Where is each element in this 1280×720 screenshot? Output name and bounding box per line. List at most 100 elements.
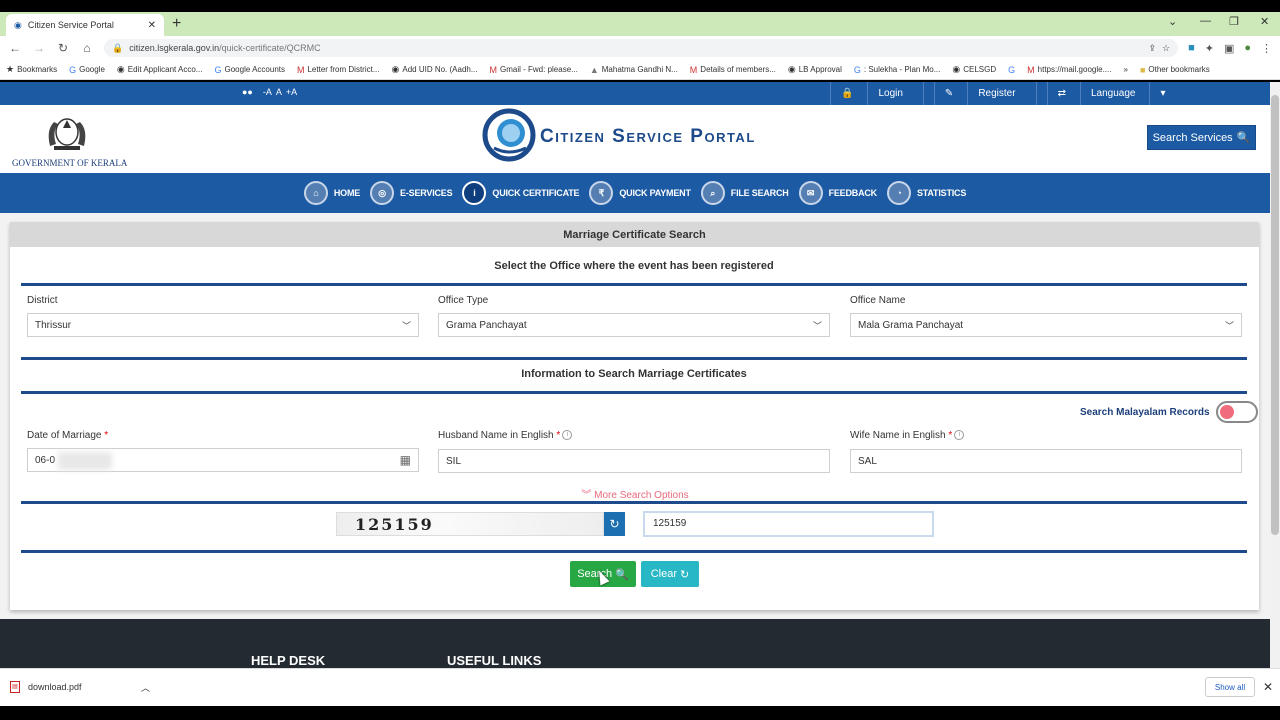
browser-tab[interactable]: ◉ Citizen Service Portal ✕	[6, 14, 164, 36]
info-icon[interactable]: i	[562, 430, 573, 440]
portal-title: Citizen Service Portal	[540, 126, 756, 147]
nav-statistics[interactable]: ◔ STATISTICS	[886, 181, 966, 205]
back-icon[interactable]: ←	[8, 41, 22, 55]
close-download-shelf-icon[interactable]: ✕	[1263, 680, 1273, 694]
pdf-file-icon: ▤	[10, 681, 20, 693]
site-favicon-icon: ◉	[14, 19, 22, 30]
government-label: GOVERNMENT OF KERALA	[12, 158, 128, 168]
bookmark-item[interactable]: ◉ Edit Applicant Acco...	[117, 64, 203, 75]
bookmark-item[interactable]: ▲ Mahatma Gandhi N...	[590, 65, 678, 75]
bookmark-item[interactable]: M Letter from District...	[297, 65, 380, 75]
office-type-select[interactable]: Grama Panchayat ﹀	[438, 313, 830, 337]
font-increase[interactable]: +A	[286, 87, 297, 97]
bookmark-item[interactable]: M Details of members...	[690, 65, 776, 75]
lock-icon: 🔒	[112, 42, 124, 53]
minimize-icon[interactable]: —	[1200, 15, 1211, 27]
search-icon: 🔍	[1236, 132, 1251, 144]
tab-search-icon[interactable]: ⌄	[1168, 15, 1177, 28]
more-search-options-link[interactable]: ︾ More Search Options	[0, 486, 1270, 501]
captcha-input[interactable]: 125159	[643, 511, 934, 537]
nav-e-services[interactable]: ◎ E-SERVICES	[370, 181, 453, 205]
url-host: citizen.lsgkerala.gov.in	[129, 43, 220, 53]
download-item[interactable]: ▤ download.pdf ︿	[10, 676, 150, 698]
maximize-icon[interactable]: ❐	[1229, 15, 1239, 28]
bookmark-item[interactable]: G Google	[69, 65, 105, 75]
chevron-down-icon: ﹀	[812, 320, 822, 331]
tab-title: Citizen Service Portal	[27, 20, 114, 30]
caret-down-icon: ▾	[1149, 82, 1175, 105]
section-divider	[21, 550, 1247, 553]
profile-avatar[interactable]: ●	[1244, 42, 1251, 54]
office-section-title: Select the Office where the event has be…	[494, 260, 774, 272]
malayalam-toggle-label: Search Malayalam Records	[1080, 406, 1210, 418]
search-services-button[interactable]: Search Services 🔍	[1147, 125, 1256, 150]
site-top-bar: ●● -A A +A 🔒 Login ✎ Register ⇄ Language ▾	[0, 82, 1270, 105]
search-icon: ⌕	[700, 181, 725, 205]
malayalam-records-toggle[interactable]	[1215, 401, 1258, 423]
bookmark-item[interactable]: G: Sulekha - Plan Mo...	[854, 65, 941, 75]
forward-icon[interactable]: →	[32, 41, 46, 55]
bookmark-item[interactable]: ◉ Add UID No. (Aadh...	[392, 64, 478, 75]
nav-home[interactable]: ⌂ HOME	[303, 181, 360, 205]
sidepanel-icon[interactable]: ▣	[1224, 42, 1234, 55]
bookmark-item[interactable]: G	[1008, 65, 1015, 75]
chevron-down-icon: ﹀	[401, 320, 411, 331]
captcha-refresh-button[interactable]: ↻	[604, 512, 625, 536]
bookmarks-overflow[interactable]: »	[1123, 65, 1127, 74]
rupee-icon: ₹	[589, 181, 614, 205]
husband-name-input[interactable]: SIL	[438, 449, 830, 473]
puzzle-icon[interactable]: ✦	[1205, 42, 1214, 55]
clear-button[interactable]: Clear ↻	[641, 561, 699, 587]
malayalam-records-toggle-group: Search Malayalam Records	[1080, 401, 1258, 423]
home-icon: ⌂	[303, 181, 328, 205]
share-icon[interactable]: ⇪	[1148, 43, 1156, 54]
bookmark-item[interactable]: ◉ CELSGD	[952, 64, 996, 75]
calendar-icon[interactable]: ▦	[400, 453, 411, 467]
login-link[interactable]: 🔒 Login	[820, 82, 923, 105]
refresh-icon: ↻	[680, 568, 690, 581]
reload-icon[interactable]: ↻	[56, 41, 70, 55]
district-select[interactable]: Thrissur ﹀	[27, 313, 419, 337]
window-close-icon[interactable]: ✕	[1260, 15, 1269, 28]
wife-name-input[interactable]: SAL	[850, 449, 1242, 473]
download-shelf	[0, 668, 1280, 706]
language-dropdown[interactable]: ⇄ Language ▾	[1035, 82, 1186, 105]
font-normal[interactable]: A	[276, 87, 282, 97]
kerala-emblem-icon	[48, 118, 86, 150]
office-name-select[interactable]: Mala Grama Panchayat ﹀	[850, 313, 1242, 337]
home-icon[interactable]: ⌂	[80, 41, 94, 55]
captcha-image: 125159	[336, 512, 604, 536]
show-all-downloads-button[interactable]: Show all	[1205, 677, 1255, 697]
bookmark-star-icon[interactable]: ☆	[1162, 43, 1170, 54]
nav-feedback[interactable]: ✉ FEEDBACK	[798, 181, 877, 205]
nav-quick-payment[interactable]: ₹ QUICK PAYMENT	[589, 181, 691, 205]
nav-file-search[interactable]: ⌕ FILE SEARCH	[700, 181, 789, 205]
nav-quick-certificate[interactable]: i QUICK CERTIFICATE	[462, 181, 580, 205]
office-name-label: Office Name	[850, 295, 906, 306]
bookmark-item[interactable]: ★ Bookmarks	[6, 64, 57, 75]
menu-icon[interactable]: ⋮	[1261, 42, 1272, 55]
font-decrease[interactable]: -A	[263, 87, 272, 97]
bookmark-item[interactable]: G Google Accounts	[214, 65, 285, 75]
site-footer	[0, 619, 1270, 668]
info-section-title: Information to Search Marriage Certifica…	[521, 368, 747, 380]
bookmark-item[interactable]: M Gmail - Fwd: please...	[490, 65, 578, 75]
info-icon[interactable]: i	[954, 430, 965, 440]
browser-tab-strip	[0, 12, 1280, 36]
bookmark-item[interactable]: Mhttps://mail.google....	[1027, 65, 1111, 75]
office-type-label: Office Type	[438, 295, 489, 306]
bookmarks-bar: ★ Bookmarks G Google ◉ Edit Applicant Acco.…	[0, 60, 1280, 80]
contrast-icon[interactable]: ●●	[242, 87, 253, 97]
section-divider	[21, 357, 1247, 360]
scrollbar-thumb[interactable]	[1271, 95, 1279, 535]
extension-icon[interactable]: ■	[1188, 42, 1195, 54]
tab-close-icon[interactable]: ✕	[148, 20, 156, 31]
address-bar[interactable]: 🔒 citizen.lsgkerala.gov.in/quick-certifi…	[104, 39, 1179, 57]
new-tab-button[interactable]: +	[172, 15, 181, 33]
bookmark-item[interactable]: ◉ LB Approval	[788, 64, 842, 75]
browser-toolbar: ← → ↻ ⌂ 🔒 citizen.lsgkerala.gov.in/quick…	[0, 36, 1280, 60]
main-nav: ⌂ HOME ◎ E-SERVICES i QUICK CERTIFICATE ₹ QU…	[0, 173, 1270, 213]
other-bookmarks[interactable]: ■ Other bookmarks	[1140, 65, 1210, 75]
register-link[interactable]: ✎ Register	[922, 82, 1036, 105]
chevron-up-icon[interactable]: ︿	[141, 681, 150, 694]
